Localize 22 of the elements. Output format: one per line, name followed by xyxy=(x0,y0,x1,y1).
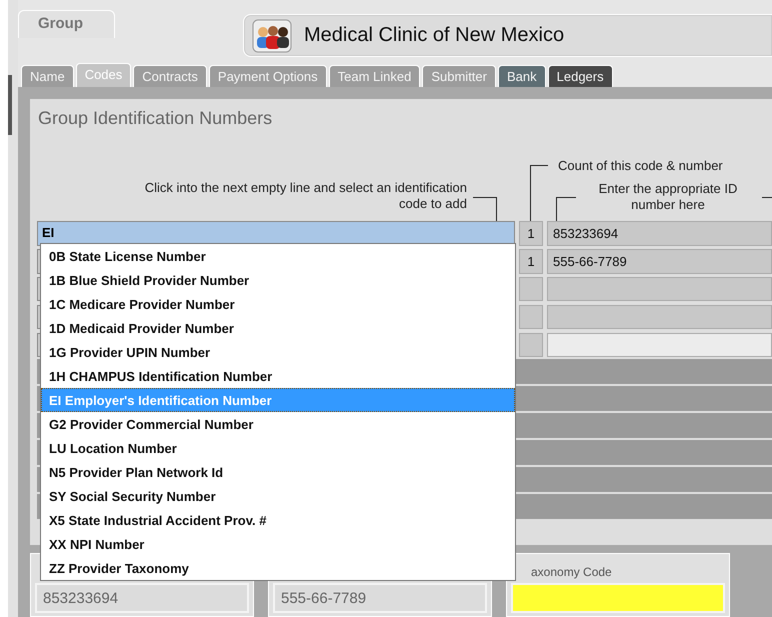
hint-text: Enter the appropriate ID number here xyxy=(598,181,738,213)
text-field[interactable]: 853233694 xyxy=(35,583,249,613)
text-field[interactable]: 555-66-7789 xyxy=(273,583,487,613)
text-field[interactable] xyxy=(511,583,725,613)
id-number-field[interactable]: 555-66-7789 xyxy=(547,249,772,274)
tab[interactable]: Ledgers xyxy=(548,65,613,87)
hint-text: Click into the next empty line and select an identification code to add xyxy=(144,180,467,212)
section-title: Group Identification Numbers xyxy=(37,107,274,130)
count-cell xyxy=(519,333,543,357)
count-cell: 1 xyxy=(519,221,543,246)
hint-text: Count of this code & number xyxy=(558,158,723,173)
id-number-field[interactable]: 853233694 xyxy=(547,221,772,246)
count-cell: 1 xyxy=(519,249,543,274)
id-number-field[interactable] xyxy=(547,333,772,357)
id-number-field[interactable] xyxy=(547,305,772,329)
window-title: Medical Clinic of New Mexico xyxy=(304,24,564,47)
tab[interactable]: Bank xyxy=(498,65,546,87)
id-number-field[interactable] xyxy=(547,277,772,301)
people-icon xyxy=(252,18,292,52)
count-cell xyxy=(519,305,543,329)
count-cell xyxy=(519,277,543,301)
field-label: axonomy Code xyxy=(530,565,613,581)
